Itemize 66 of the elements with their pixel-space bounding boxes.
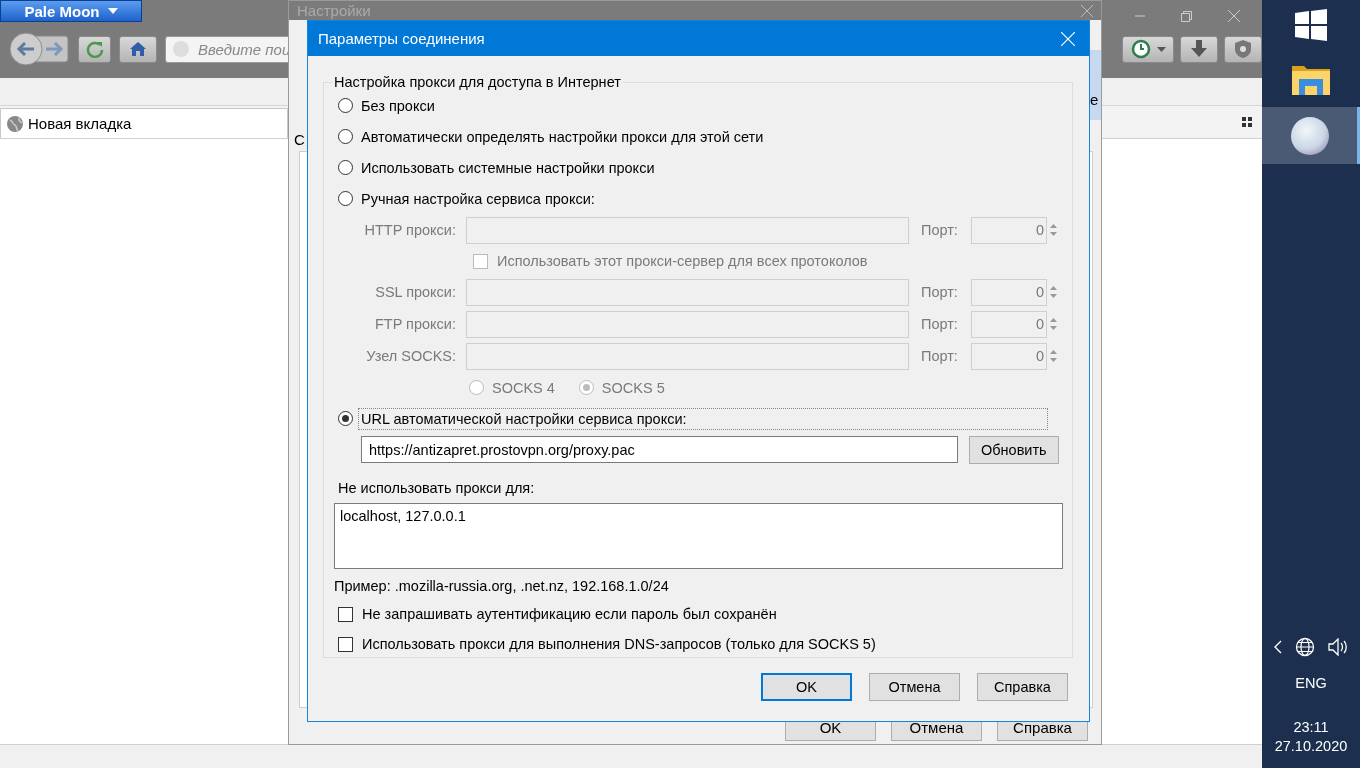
url-field[interactable]: https://antizapret.prostovpn.org/proxy.pac bbox=[361, 436, 958, 463]
app-menu-button[interactable]: Pale Moon bbox=[0, 0, 142, 22]
dialog-button[interactable]: Справка bbox=[977, 673, 1068, 701]
checkbox-label: Использовать прокси для выполнения DNS-запросов (только для SOCKS 5) bbox=[362, 636, 876, 652]
radio-label: Автоматически определять настройки прокси для этой сети bbox=[361, 128, 764, 145]
home-icon bbox=[129, 41, 147, 57]
dialog-button[interactable]: Отмена bbox=[869, 673, 960, 701]
dialog-title: Параметры соединения bbox=[318, 30, 485, 47]
restore-icon[interactable] bbox=[1181, 10, 1192, 22]
chevron-icon[interactable] bbox=[1274, 640, 1283, 654]
checkbox[interactable] bbox=[338, 606, 353, 622]
radio-label: URL автоматической настройки сервиса прокси: bbox=[359, 408, 1047, 429]
radio-label: SOCKS 5 bbox=[601, 379, 665, 396]
speaker-icon[interactable] bbox=[1327, 638, 1348, 656]
radio-label: Использовать системные настройки прокси bbox=[361, 159, 655, 176]
field-label: Порт: bbox=[921, 348, 959, 364]
caret-icon bbox=[107, 8, 118, 14]
checkbox-label: Использовать этот прокси-сервер для всех протоколов bbox=[497, 253, 868, 269]
checkbox-label: Не запрашивать аутентификацию если пароль был сохранён bbox=[362, 606, 777, 622]
history-button[interactable] bbox=[1122, 35, 1174, 63]
reload-icon bbox=[85, 40, 104, 58]
radio-button[interactable] bbox=[338, 98, 353, 113]
home-button[interactable] bbox=[119, 35, 157, 63]
close-icon[interactable] bbox=[1228, 10, 1240, 22]
caret-icon bbox=[1156, 46, 1166, 52]
back-forward-icon[interactable] bbox=[8, 32, 70, 66]
globe-icon[interactable] bbox=[1295, 637, 1315, 657]
tab-label[interactable]: С bbox=[294, 131, 305, 148]
dialog-button[interactable]: OK bbox=[761, 673, 852, 701]
clock-time[interactable]: 23:11 bbox=[1293, 719, 1329, 735]
moon-icon bbox=[1289, 115, 1330, 156]
radio-label: Без прокси bbox=[361, 97, 435, 114]
language-indicator[interactable]: ENG bbox=[1262, 675, 1360, 691]
group-title: Настройка прокси для доступа в Интернет bbox=[333, 74, 622, 90]
browser-tab[interactable]: Новая вкладка bbox=[0, 108, 288, 138]
pane-item[interactable]: е bbox=[1090, 50, 1101, 120]
radio-button[interactable] bbox=[338, 129, 353, 144]
reload-button[interactable] bbox=[78, 35, 111, 63]
tab-grid-icon[interactable] bbox=[1242, 117, 1252, 127]
radio-label: Ручная настройка сервиса прокси: bbox=[361, 190, 595, 207]
field-label: Порт: bbox=[921, 316, 959, 332]
radio-button[interactable] bbox=[338, 411, 353, 426]
example-text: Пример: .mozilla-russia.org, .net.nz, 192.168.1.0/24 bbox=[334, 578, 670, 594]
close-icon[interactable] bbox=[1081, 4, 1093, 17]
field-label: Не использовать прокси для: bbox=[338, 480, 536, 496]
ublock-button[interactable] bbox=[1224, 35, 1262, 63]
globe-icon bbox=[6, 114, 24, 133]
field-label: Узел SOCKS: bbox=[365, 348, 456, 364]
field-label: FTP прокси: bbox=[373, 316, 456, 332]
download-button[interactable] bbox=[1180, 35, 1218, 63]
field-label: HTTP прокси: bbox=[363, 222, 456, 238]
field-label: SSL прокси: bbox=[374, 284, 456, 300]
radio-button[interactable] bbox=[338, 191, 353, 206]
no-proxy-field[interactable]: localhost, 127.0.0.1 bbox=[334, 503, 1063, 569]
radio-button[interactable] bbox=[338, 160, 353, 175]
checkbox[interactable] bbox=[338, 636, 353, 652]
radio-label: SOCKS 4 bbox=[492, 379, 555, 396]
reload-button[interactable]: Обновить bbox=[969, 435, 1059, 464]
field-label: Порт: bbox=[921, 222, 959, 238]
windows-logo-icon[interactable] bbox=[1295, 9, 1327, 41]
clock-icon bbox=[1130, 39, 1151, 59]
clock-date[interactable]: 27.10.2020 bbox=[1274, 738, 1348, 754]
field-label: Порт: bbox=[921, 284, 959, 300]
taskbar-app[interactable] bbox=[1262, 107, 1360, 164]
shield-icon bbox=[1234, 39, 1252, 59]
download-icon bbox=[1190, 40, 1208, 58]
